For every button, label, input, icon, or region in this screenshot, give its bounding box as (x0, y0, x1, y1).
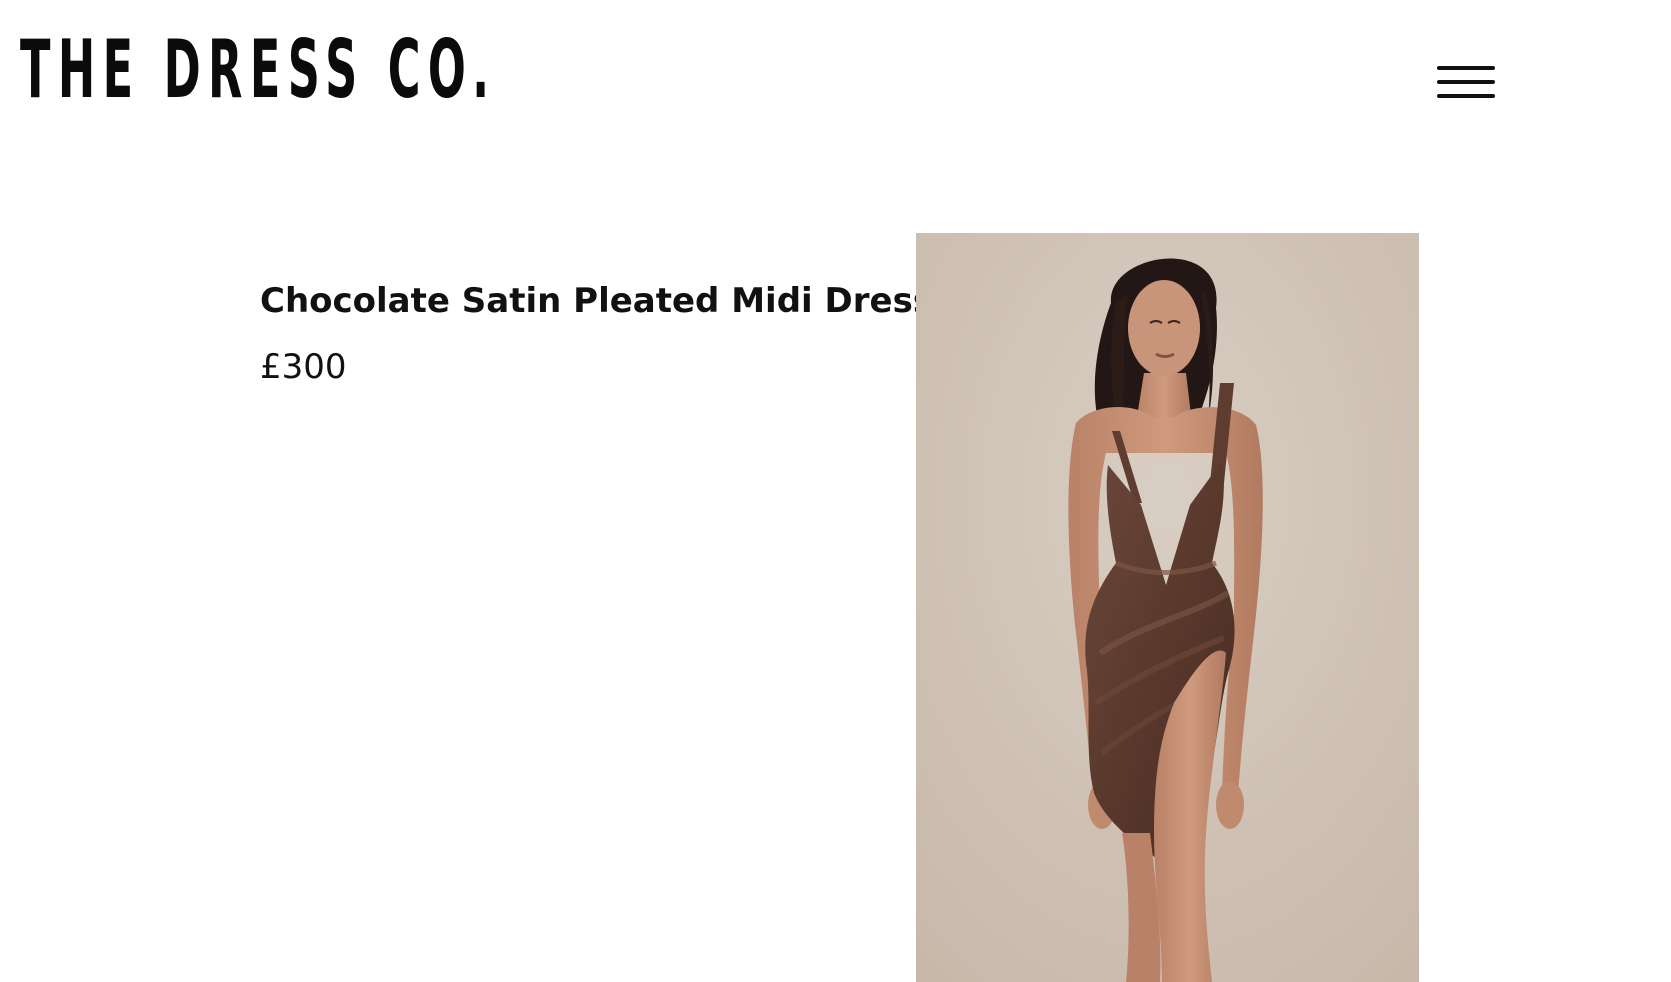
product-price: £300 (260, 347, 347, 387)
brand-logo[interactable]: THE DRESS CO. (20, 22, 497, 117)
hamburger-menu-icon[interactable] (1437, 62, 1495, 106)
menu-bar-middle (1437, 80, 1495, 84)
model-in-dress-illustration (916, 233, 1419, 982)
menu-bar-top (1437, 66, 1495, 70)
menu-bar-bottom (1437, 94, 1495, 98)
product-image[interactable] (916, 233, 1419, 982)
product-title: Chocolate Satin Pleated Midi Dress (260, 280, 934, 321)
